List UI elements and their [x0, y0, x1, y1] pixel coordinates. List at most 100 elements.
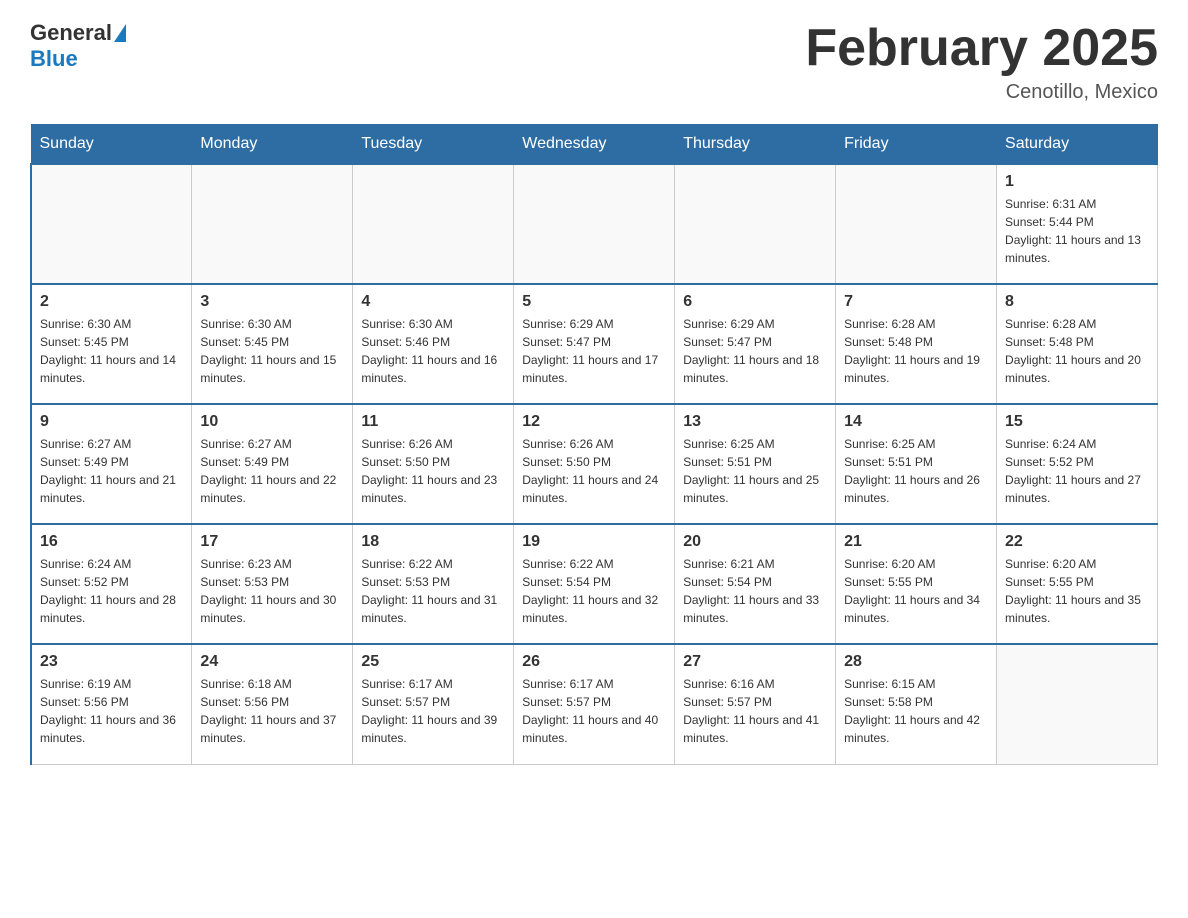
- calendar-day-cell: 9Sunrise: 6:27 AM Sunset: 5:49 PM Daylig…: [31, 404, 192, 524]
- calendar-day-cell: 7 Sunrise: 6:28 AM Sunset: 5:48 PM Daylig…: [836, 284, 997, 404]
- day-number: 26: [522, 653, 666, 671]
- calendar-day-cell: 14 Sunrise: 6:25 AM Sunset: 5:51 PM Dayli…: [836, 404, 997, 524]
- day-number: 14: [844, 413, 988, 431]
- calendar-header: SundayMondayTuesdayWednesdayThursdayFrid…: [31, 125, 1158, 165]
- calendar-week-row: 2 Sunrise: 6:30 AM Sunset: 5:45 PM Daylig…: [31, 284, 1158, 404]
- calendar-day-cell: 19Sunrise: 6:22 AM Sunset: 5:54 PM Dayli…: [514, 524, 675, 644]
- calendar-day-cell: 26 Sunrise: 6:17 AM Sunset: 5:57 PM Dayli…: [514, 644, 675, 764]
- calendar-day-cell: 16 Sunrise: 6:24 AM Sunset: 5:52 PM Dayli…: [31, 524, 192, 644]
- day-info: Sunrise: 6:29 AM Sunset: 5:47 PM Dayligh…: [522, 315, 666, 387]
- calendar-week-row: 16 Sunrise: 6:24 AM Sunset: 5:52 PM Dayli…: [31, 524, 1158, 644]
- day-number: 24: [200, 653, 344, 671]
- day-info: Sunrise: 6:30 AM Sunset: 5:46 PM Dayligh…: [361, 315, 505, 387]
- logo-icon: General Blue: [30, 20, 126, 72]
- day-number: 7: [844, 293, 988, 311]
- calendar-day-cell: [836, 164, 997, 284]
- header-friday: Friday: [836, 125, 997, 165]
- header-tuesday: Tuesday: [353, 125, 514, 165]
- calendar-day-cell: [675, 164, 836, 284]
- logo: General Blue: [30, 20, 126, 72]
- day-info: Sunrise: 6:17 AM Sunset: 5:57 PM Dayligh…: [522, 675, 666, 747]
- day-info: Sunrise: 6:20 AM Sunset: 5:55 PM Dayligh…: [1005, 555, 1149, 627]
- day-number: 12: [522, 413, 666, 431]
- calendar-week-row: 1Sunrise: 6:31 AM Sunset: 5:44 PM Daylig…: [31, 164, 1158, 284]
- calendar-day-cell: 6Sunrise: 6:29 AM Sunset: 5:47 PM Daylig…: [675, 284, 836, 404]
- day-info: Sunrise: 6:16 AM Sunset: 5:57 PM Dayligh…: [683, 675, 827, 747]
- day-number: 3: [200, 293, 344, 311]
- day-info: Sunrise: 6:23 AM Sunset: 5:53 PM Dayligh…: [200, 555, 344, 627]
- header-row: SundayMondayTuesdayWednesdayThursdayFrid…: [31, 125, 1158, 165]
- header-sunday: Sunday: [31, 125, 192, 165]
- calendar-day-cell: [514, 164, 675, 284]
- title-block: February 2025 Cenotillo, Mexico: [805, 20, 1158, 104]
- calendar-day-cell: 22 Sunrise: 6:20 AM Sunset: 5:55 PM Dayli…: [997, 524, 1158, 644]
- calendar-day-cell: 20 Sunrise: 6:21 AM Sunset: 5:54 PM Dayli…: [675, 524, 836, 644]
- day-number: 10: [200, 413, 344, 431]
- day-info: Sunrise: 6:25 AM Sunset: 5:51 PM Dayligh…: [683, 435, 827, 507]
- day-info: Sunrise: 6:26 AM Sunset: 5:50 PM Dayligh…: [522, 435, 666, 507]
- day-number: 11: [361, 413, 505, 431]
- calendar-day-cell: 23 Sunrise: 6:19 AM Sunset: 5:56 PM Dayli…: [31, 644, 192, 764]
- day-info: Sunrise: 6:30 AM Sunset: 5:45 PM Dayligh…: [40, 315, 183, 387]
- day-info: Sunrise: 6:22 AM Sunset: 5:54 PM Dayligh…: [522, 555, 666, 627]
- calendar-week-row: 23 Sunrise: 6:19 AM Sunset: 5:56 PM Dayli…: [31, 644, 1158, 764]
- logo-general-text: General: [30, 20, 112, 46]
- day-info: Sunrise: 6:24 AM Sunset: 5:52 PM Dayligh…: [40, 555, 183, 627]
- calendar-day-cell: [353, 164, 514, 284]
- day-number: 8: [1005, 293, 1149, 311]
- calendar-day-cell: 15Sunrise: 6:24 AM Sunset: 5:52 PM Dayli…: [997, 404, 1158, 524]
- day-info: Sunrise: 6:17 AM Sunset: 5:57 PM Dayligh…: [361, 675, 505, 747]
- calendar-day-cell: 25 Sunrise: 6:17 AM Sunset: 5:57 PM Dayli…: [353, 644, 514, 764]
- day-info: Sunrise: 6:27 AM Sunset: 5:49 PM Dayligh…: [40, 435, 183, 507]
- calendar-day-cell: [997, 644, 1158, 764]
- day-number: 20: [683, 533, 827, 551]
- logo-triangle-icon: [114, 24, 126, 42]
- calendar-day-cell: 17Sunrise: 6:23 AM Sunset: 5:53 PM Dayli…: [192, 524, 353, 644]
- day-info: Sunrise: 6:15 AM Sunset: 5:58 PM Dayligh…: [844, 675, 988, 747]
- day-info: Sunrise: 6:21 AM Sunset: 5:54 PM Dayligh…: [683, 555, 827, 627]
- day-number: 4: [361, 293, 505, 311]
- calendar-day-cell: 27 Sunrise: 6:16 AM Sunset: 5:57 PM Dayli…: [675, 644, 836, 764]
- calendar-day-cell: 1Sunrise: 6:31 AM Sunset: 5:44 PM Daylig…: [997, 164, 1158, 284]
- calendar-day-cell: 13 Sunrise: 6:25 AM Sunset: 5:51 PM Dayli…: [675, 404, 836, 524]
- day-info: Sunrise: 6:19 AM Sunset: 5:56 PM Dayligh…: [40, 675, 183, 747]
- calendar-day-cell: [31, 164, 192, 284]
- day-number: 15: [1005, 413, 1149, 431]
- calendar-day-cell: 11 Sunrise: 6:26 AM Sunset: 5:50 PM Dayli…: [353, 404, 514, 524]
- day-number: 2: [40, 293, 183, 311]
- calendar-table: SundayMondayTuesdayWednesdayThursdayFrid…: [30, 124, 1158, 765]
- calendar-day-cell: 8 Sunrise: 6:28 AM Sunset: 5:48 PM Daylig…: [997, 284, 1158, 404]
- header-thursday: Thursday: [675, 125, 836, 165]
- day-info: Sunrise: 6:26 AM Sunset: 5:50 PM Dayligh…: [361, 435, 505, 507]
- page-header: General Blue February 2025 Cenotillo, Me…: [30, 20, 1158, 104]
- logo-blue-text: Blue: [30, 46, 78, 72]
- calendar-body: 1Sunrise: 6:31 AM Sunset: 5:44 PM Daylig…: [31, 164, 1158, 764]
- calendar-day-cell: 3Sunrise: 6:30 AM Sunset: 5:45 PM Daylig…: [192, 284, 353, 404]
- day-number: 21: [844, 533, 988, 551]
- day-info: Sunrise: 6:28 AM Sunset: 5:48 PM Dayligh…: [1005, 315, 1149, 387]
- day-number: 27: [683, 653, 827, 671]
- calendar-day-cell: 2 Sunrise: 6:30 AM Sunset: 5:45 PM Daylig…: [31, 284, 192, 404]
- day-info: Sunrise: 6:25 AM Sunset: 5:51 PM Dayligh…: [844, 435, 988, 507]
- location-subtitle: Cenotillo, Mexico: [805, 81, 1158, 104]
- calendar-day-cell: 24Sunrise: 6:18 AM Sunset: 5:56 PM Dayli…: [192, 644, 353, 764]
- day-number: 13: [683, 413, 827, 431]
- day-info: Sunrise: 6:31 AM Sunset: 5:44 PM Dayligh…: [1005, 195, 1149, 267]
- day-number: 25: [361, 653, 505, 671]
- calendar-day-cell: 21 Sunrise: 6:20 AM Sunset: 5:55 PM Dayli…: [836, 524, 997, 644]
- day-info: Sunrise: 6:29 AM Sunset: 5:47 PM Dayligh…: [683, 315, 827, 387]
- calendar-week-row: 9Sunrise: 6:27 AM Sunset: 5:49 PM Daylig…: [31, 404, 1158, 524]
- day-number: 18: [361, 533, 505, 551]
- day-info: Sunrise: 6:20 AM Sunset: 5:55 PM Dayligh…: [844, 555, 988, 627]
- day-info: Sunrise: 6:27 AM Sunset: 5:49 PM Dayligh…: [200, 435, 344, 507]
- calendar-day-cell: 10 Sunrise: 6:27 AM Sunset: 5:49 PM Dayli…: [192, 404, 353, 524]
- day-number: 22: [1005, 533, 1149, 551]
- day-number: 23: [40, 653, 183, 671]
- day-number: 5: [522, 293, 666, 311]
- calendar-day-cell: 28 Sunrise: 6:15 AM Sunset: 5:58 PM Dayli…: [836, 644, 997, 764]
- day-number: 28: [844, 653, 988, 671]
- page-title: February 2025: [805, 20, 1158, 77]
- day-number: 16: [40, 533, 183, 551]
- day-info: Sunrise: 6:28 AM Sunset: 5:48 PM Dayligh…: [844, 315, 988, 387]
- calendar-day-cell: 18Sunrise: 6:22 AM Sunset: 5:53 PM Dayli…: [353, 524, 514, 644]
